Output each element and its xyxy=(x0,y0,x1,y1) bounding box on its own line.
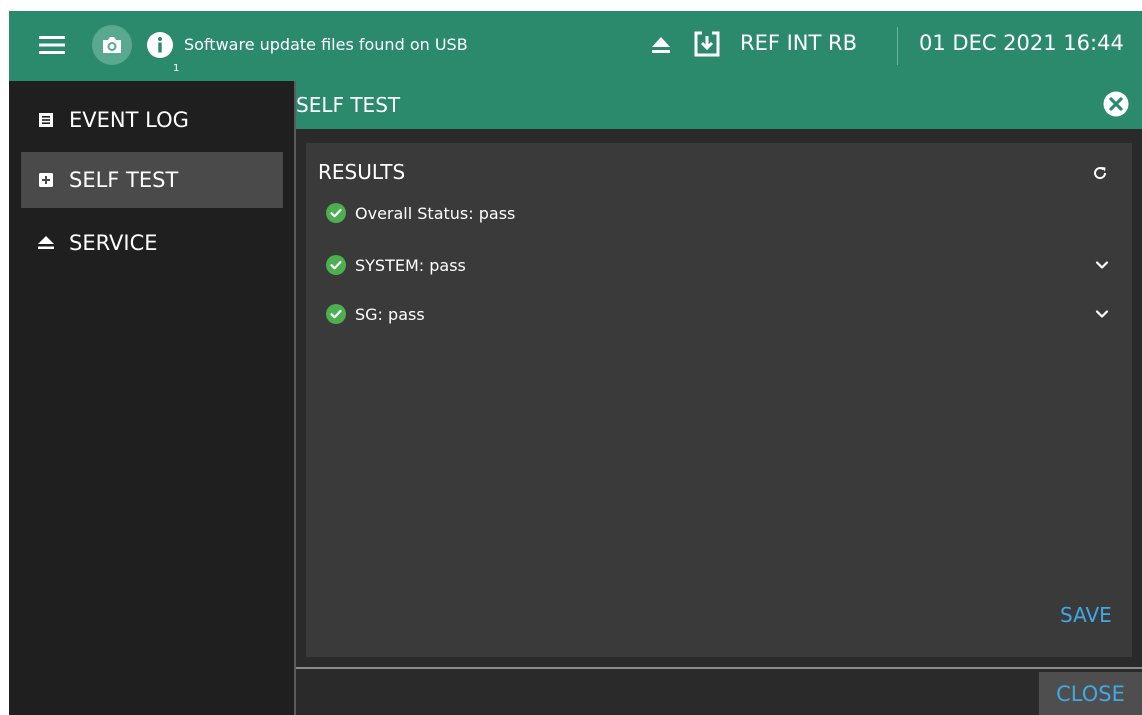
sidebar-item-label: SELF TEST xyxy=(69,168,179,192)
result-row-overall: Overall Status: pass xyxy=(326,200,1112,226)
list-icon xyxy=(37,111,55,129)
download-icon[interactable] xyxy=(694,31,720,57)
top-bar: 1 Software update files found on USB REF… xyxy=(9,11,1142,81)
footer: CLOSE xyxy=(296,669,1142,715)
sidebar: EVENT LOG SELF TEST SERVICE xyxy=(9,81,294,715)
notification-text[interactable]: Software update files found on USB xyxy=(184,35,468,54)
close-icon[interactable] xyxy=(1102,90,1130,118)
result-row-system[interactable]: SYSTEM: pass xyxy=(326,252,1112,278)
results-card: RESULTS Overall Status: pass SYSTEM: pas… xyxy=(306,143,1132,657)
refresh-icon[interactable] xyxy=(1092,165,1108,181)
sidebar-item-self-test[interactable]: SELF TEST xyxy=(21,152,283,208)
sidebar-item-service[interactable]: SERVICE xyxy=(21,215,283,271)
plus-box-icon xyxy=(37,171,55,189)
sidebar-item-label: EVENT LOG xyxy=(69,108,189,132)
sidebar-item-event-log[interactable]: EVENT LOG xyxy=(21,92,283,148)
menu-icon[interactable] xyxy=(39,33,65,57)
datetime: 01 DEC 2021 16:44 xyxy=(919,31,1124,55)
panel-title: SELF TEST xyxy=(296,93,401,117)
check-circle-icon xyxy=(326,203,346,223)
eject-icon xyxy=(37,234,55,252)
result-row-sg[interactable]: SG: pass xyxy=(326,301,1112,327)
notification-count: 1 xyxy=(173,63,180,74)
sidebar-item-label: SERVICE xyxy=(69,231,158,255)
panel-header: SELF TEST xyxy=(296,81,1142,129)
eject-icon[interactable] xyxy=(650,34,672,56)
chevron-down-icon[interactable] xyxy=(1094,257,1110,273)
info-icon[interactable] xyxy=(146,31,174,59)
reference-status[interactable]: REF INT RB xyxy=(740,31,857,55)
save-button[interactable]: SAVE xyxy=(1060,603,1112,627)
check-circle-icon xyxy=(326,304,346,324)
result-label: SYSTEM: pass xyxy=(355,255,466,275)
panel-body: RESULTS Overall Status: pass SYSTEM: pas… xyxy=(296,129,1142,669)
result-label: SG: pass xyxy=(355,304,425,324)
chevron-down-icon[interactable] xyxy=(1094,306,1110,322)
camera-icon[interactable] xyxy=(92,25,132,65)
result-label: Overall Status: pass xyxy=(355,203,516,223)
app-window: 1 Software update files found on USB REF… xyxy=(9,11,1142,715)
divider xyxy=(897,27,898,65)
close-button[interactable]: CLOSE xyxy=(1039,672,1142,715)
check-circle-icon xyxy=(326,255,346,275)
results-title: RESULTS xyxy=(318,160,406,184)
